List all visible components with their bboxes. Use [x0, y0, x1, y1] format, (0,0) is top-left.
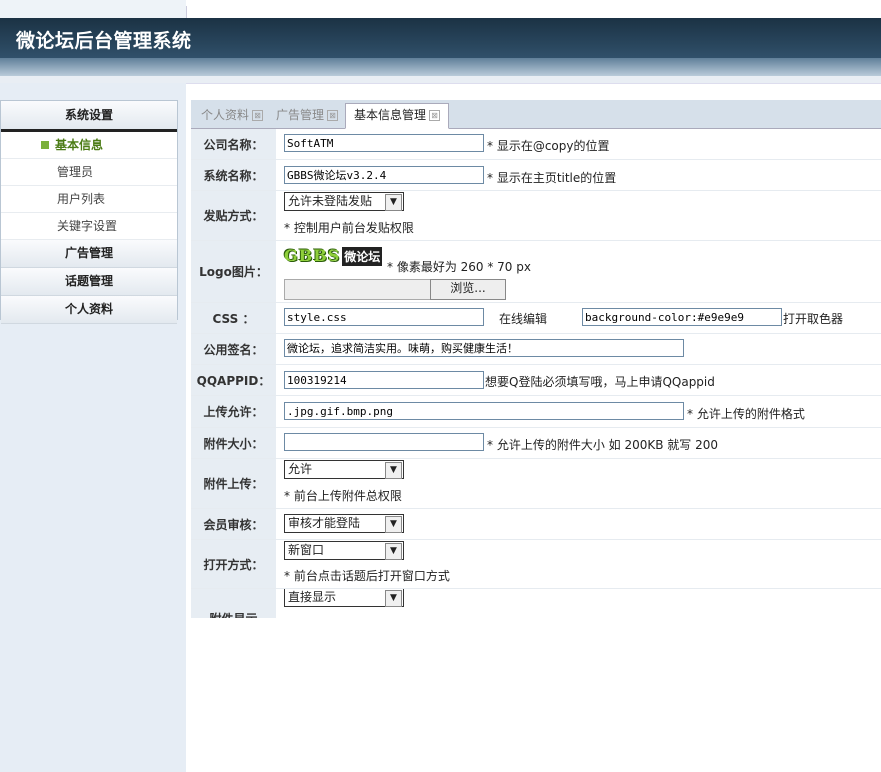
sidebar-item-label: 基本信息 [55, 138, 104, 152]
row-sign: 公用签名： [191, 334, 881, 365]
logo-text: GBBS [284, 246, 341, 265]
settings-form: 公司名称： * 显示在@copy的位置 系统名称： * 显示在主页title的位… [191, 129, 881, 618]
bullet-icon [41, 140, 49, 149]
attachment-display-select[interactable]: 直接显示 ▼ [284, 589, 404, 607]
divider [186, 6, 187, 18]
color-picker-link[interactable]: 打开取色器 [783, 310, 843, 327]
menu-section-system[interactable]: 系统设置 [1, 101, 177, 132]
field-label: QQAPPID： [191, 365, 276, 395]
field-label-text: 附件显示 [209, 610, 257, 618]
menu-section-ads[interactable]: 广告管理 [1, 240, 177, 268]
close-icon[interactable]: ⊠ [252, 110, 264, 121]
online-edit-link[interactable]: 在线编辑 [499, 310, 547, 327]
hint-text: * 控制用户前台发贴权限 [284, 221, 414, 235]
chevron-down-icon: ▼ [385, 590, 402, 607]
field-label: 附件显示 [191, 589, 276, 618]
field-label: 打开方式： [191, 540, 276, 588]
field-label: 公用签名： [191, 334, 276, 364]
select-value: 审核才能登陆 [288, 516, 361, 530]
color-input[interactable] [582, 308, 782, 326]
field-label: 会员审核： [191, 509, 276, 539]
menu-section-profile[interactable]: 个人资料 [1, 296, 177, 324]
field-label: 发贴方式： [191, 191, 276, 240]
chevron-down-icon: ▼ [385, 516, 402, 533]
post-mode-select[interactable]: 允许未登陆发贴 ▼ [284, 192, 404, 211]
sidebar-item-users[interactable]: 用户列表 [1, 186, 177, 213]
browse-button[interactable]: 浏览... [430, 279, 506, 300]
row-upload-allow: 上传允许： * 允许上传的附件格式 [191, 396, 881, 428]
sidebar-item-admins[interactable]: 管理员 [1, 159, 177, 186]
hint-text: * 前台点击话题后打开窗口方式 [284, 569, 450, 583]
logo-image: GBBS 微论坛 [284, 246, 383, 266]
field-label: Logo图片： [191, 241, 276, 302]
select-value: 允许未登陆发贴 [288, 194, 373, 208]
tab-profile[interactable]: 个人资料 ⊠ [193, 104, 271, 127]
tab-ads[interactable]: 广告管理 ⊠ [268, 104, 346, 127]
field-label: 附件上传： [191, 459, 276, 508]
tab-bar: 个人资料 ⊠ 广告管理 ⊠ 基本信息管理 ⊠ [191, 100, 881, 129]
row-post: 发贴方式： 允许未登陆发贴 ▼ * 控制用户前台发贴权限 [191, 191, 881, 241]
row-sysname: 系统名称： * 显示在主页title的位置 [191, 160, 881, 191]
file-path-field[interactable] [284, 279, 431, 300]
hint-text: * 像素最好为 260 * 70 px [387, 260, 531, 274]
select-value: 允许 [288, 462, 313, 476]
system-name-input[interactable] [284, 166, 484, 184]
tab-label: 个人资料 [201, 108, 250, 122]
hint-text: * 显示在@copy的位置 [487, 139, 610, 153]
chevron-down-icon: ▼ [385, 543, 402, 560]
logo-badge: 微论坛 [342, 247, 383, 266]
row-open: 打开方式： 新窗口 ▼ * 前台点击话题后打开窗口方式 [191, 540, 881, 589]
select-value: 直接显示 [288, 590, 337, 604]
row-company: 公司名称： * 显示在@copy的位置 [191, 129, 881, 160]
menu-section-topics[interactable]: 话题管理 [1, 268, 177, 296]
hint-text: 想要Q登陆必须填写哦，马上申请QQappid [485, 375, 715, 389]
css-file-input[interactable] [284, 308, 484, 326]
row-att-size: 附件大小： * 允许上传的附件大小 如 200KB 就写 200 [191, 428, 881, 459]
hint-text: * 前台上传附件总权限 [284, 489, 402, 503]
select-value: 新窗口 [288, 543, 325, 557]
app-title: 微论坛后台管理系统 [16, 30, 192, 52]
chevron-down-icon: ▼ [385, 194, 402, 211]
close-icon[interactable]: ⊠ [429, 110, 441, 121]
attachment-size-input[interactable] [284, 433, 484, 451]
qq-appid-input[interactable] [284, 371, 484, 389]
header-subbar [0, 58, 881, 76]
top-strip [0, 0, 881, 18]
field-label: 上传允许： [191, 396, 276, 427]
field-label: 公司名称： [191, 129, 276, 159]
header: 微论坛后台管理系统 [0, 18, 881, 58]
hint-text: * 允许上传的附件格式 [687, 407, 805, 421]
upload-types-input[interactable] [284, 402, 684, 420]
row-member: 会员审核： 审核才能登陆 ▼ [191, 509, 881, 540]
hint-text: * 显示在主页title的位置 [487, 171, 617, 185]
close-icon[interactable]: ⊠ [327, 110, 339, 121]
top-strip-left [0, 0, 186, 18]
tab-basic-info[interactable]: 基本信息管理 ⊠ [345, 103, 450, 129]
tab-label: 广告管理 [276, 108, 325, 122]
row-css: CSS ： 在线编辑 打开取色器 [191, 303, 881, 334]
sidebar: 系统设置 基本信息 管理员 用户列表 关键字设置 广告管理 话题管理 个人资料 [0, 83, 186, 772]
signature-input[interactable] [284, 339, 684, 357]
open-mode-select[interactable]: 新窗口 ▼ [284, 541, 404, 560]
tab-label: 基本信息管理 [354, 108, 427, 122]
row-att-upload: 附件上传： 允许 ▼ * 前台上传附件总权限 [191, 459, 881, 509]
gap-bar [0, 76, 881, 83]
member-review-select[interactable]: 审核才能登陆 ▼ [284, 514, 404, 533]
row-logo: Logo图片： GBBS 微论坛 * 像素最好为 260 * 70 px 浏览..… [191, 241, 881, 303]
field-label: 附件大小： [191, 428, 276, 458]
field-label: CSS ： [191, 303, 276, 333]
sidebar-item-keywords[interactable]: 关键字设置 [1, 213, 177, 240]
sidebar-item-basic-info[interactable]: 基本信息 [1, 132, 177, 159]
row-qq: QQAPPID： 想要Q登陆必须填写哦，马上申请QQappid [191, 365, 881, 396]
content-topline [186, 83, 881, 99]
company-name-input[interactable] [284, 134, 484, 152]
attachment-upload-select[interactable]: 允许 ▼ [284, 460, 404, 479]
field-label: 系统名称： [191, 160, 276, 190]
chevron-down-icon: ▼ [385, 462, 402, 479]
row-att-show: 附件显示 直接显示 ▼ [191, 589, 881, 618]
sidebar-menu: 系统设置 基本信息 管理员 用户列表 关键字设置 广告管理 话题管理 个人资料 [0, 100, 178, 324]
hint-text: * 允许上传的附件大小 如 200KB 就写 200 [487, 438, 718, 452]
